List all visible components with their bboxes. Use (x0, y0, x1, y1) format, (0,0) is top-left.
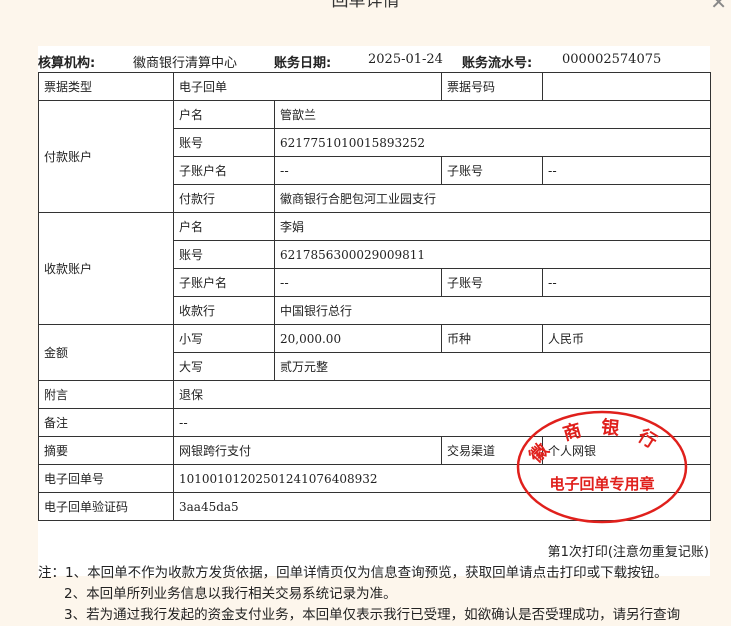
payee-bank-label: 收款行 (173, 296, 275, 325)
currency-value: 人民币 (542, 324, 712, 353)
table-row: 附言 退保 (38, 380, 712, 409)
payer-acct-label: 账号 (173, 128, 275, 157)
table-row: 付款账户 户名 管歆兰 (38, 100, 712, 213)
payer-sub-name: -- (273, 156, 443, 185)
dialog-title: 回单详情 (331, 0, 400, 11)
payee-acct-label: 账号 (173, 240, 275, 269)
verify-label: 电子回单验证码 (38, 492, 174, 521)
payee-section-label: 收款账户 (38, 212, 174, 325)
table-row: 票据类型 电子回单 票据号码 (38, 72, 712, 101)
payer-section-label: 付款账户 (38, 100, 174, 213)
bank-seal-stamp: 徽 商 银 行 电子回单专用章 (516, 410, 688, 524)
type-label: 票据类型 (38, 72, 174, 101)
memo-label: 附言 (38, 380, 174, 409)
close-icon[interactable]: ✕ (710, 0, 727, 14)
amount-big: 贰万元整 (273, 352, 712, 381)
note-2: 2、本回单所列业务信息以我行相关交易系统记录为准。 (64, 586, 397, 602)
payee-acct: 6217856300029009811 (273, 240, 712, 269)
payer-sub-no: -- (542, 156, 712, 185)
amount-section-label: 金额 (38, 324, 174, 381)
payer-sub-no-label: 子账号 (441, 156, 544, 185)
payer-name: 管歆兰 (273, 100, 712, 129)
payee-sub-name-label: 子账户名 (173, 268, 275, 297)
payee-name-label: 户名 (173, 212, 275, 241)
remark-label: 备注 (38, 408, 174, 437)
payer-bank: 徽商银行合肥包河工业园支行 (273, 184, 712, 213)
type-value: 电子回单 (172, 72, 443, 101)
table-row: 金额 小写 20,000.00 币种 人民币 (38, 324, 712, 381)
payer-bank-label: 付款行 (173, 184, 275, 213)
summary-label: 摘要 (38, 436, 174, 465)
serial-value: 000002574075 (562, 52, 662, 67)
date-value: 2025-01-24 (368, 52, 443, 67)
payee-sub-name: -- (273, 268, 443, 297)
payer-acct: 6217751010015893252 (273, 128, 712, 157)
print-count: 第1次打印(注意勿重复记账) (547, 545, 709, 560)
no-label: 票据号码 (441, 72, 544, 101)
currency-label: 币种 (441, 324, 544, 353)
payee-sub-no: -- (542, 268, 712, 297)
serial-label: 账务流水号: (462, 56, 533, 71)
payee-sub-no-label: 子账号 (441, 268, 544, 297)
payee-bank: 中国银行总行 (273, 296, 712, 325)
note-3: 3、若为通过我行发起的资金支付业务，本回单仅表示我行已受理，如欲确认是否受理成功… (64, 607, 681, 623)
payer-name-label: 户名 (173, 100, 275, 129)
payee-name: 李娟 (273, 212, 712, 241)
no-value (542, 72, 712, 101)
org-value: 徽商银行清算中心 (133, 56, 238, 71)
receipt-header: 核算机构: 徽商银行清算中心 账务日期: 2025-01-24 账务流水号: 0… (38, 50, 710, 71)
notes: 注：1、本回单不作为收款方发货依据，回单详情页仅为信息查询预览，获取回单请点击打… (38, 563, 680, 626)
dialog-titlebar: 回单详情 ✕ (0, 0, 731, 14)
date-label: 账务日期: (274, 56, 332, 71)
summary-value: 网银跨行支付 (172, 436, 443, 465)
note-1: 注：1、本回单不作为收款方发货依据，回单详情页仅为信息查询预览，获取回单请点击打… (38, 565, 668, 581)
amount-small-label: 小写 (173, 324, 275, 353)
org-label: 核算机构: (38, 56, 96, 71)
amount-big-label: 大写 (173, 352, 275, 381)
payer-sub-name-label: 子账户名 (173, 156, 275, 185)
table-row: 收款账户 户名 李娟 (38, 212, 712, 325)
receipt-no-label: 电子回单号 (38, 464, 174, 493)
amount-small: 20,000.00 (273, 324, 443, 353)
stamp-purpose: 电子回单专用章 (549, 475, 654, 493)
stamp-bank-name: 徽 商 银 行 (524, 416, 666, 468)
memo-value: 退保 (172, 380, 712, 409)
